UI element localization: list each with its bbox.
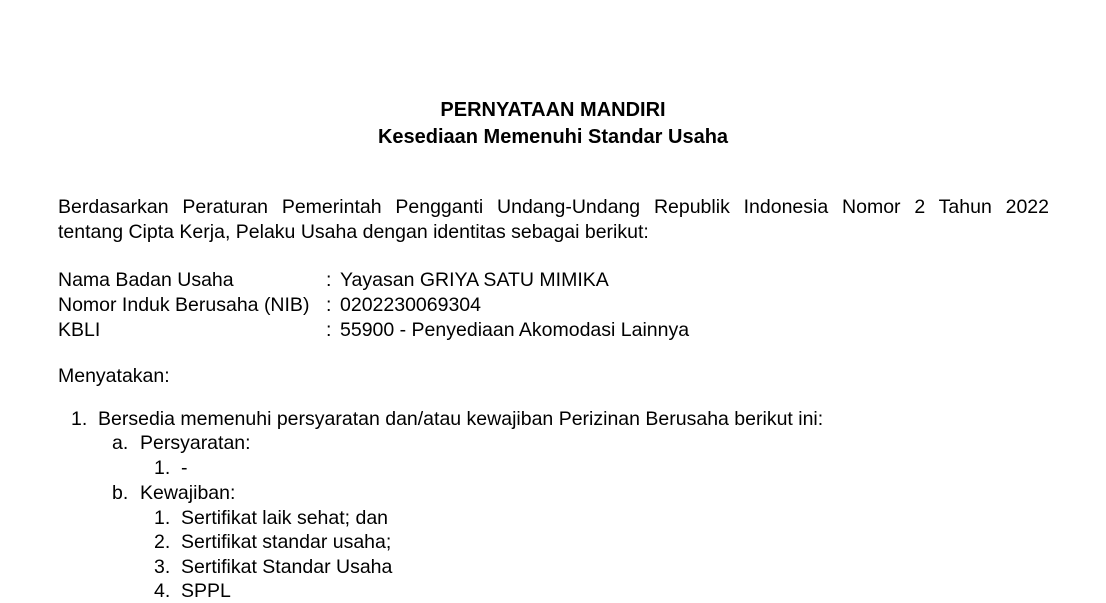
entry-number: 1. [154,507,171,529]
identity-label-nib: Nomor Induk Berusaha (NIB) [58,294,310,316]
identity-label-nama: Nama Badan Usaha [58,269,234,291]
entry-number: 1. [154,457,171,479]
list-item-number: 1. [71,408,88,430]
identity-value-kbli: 55900 - Penyediaan Akomodasi Lainnya [340,319,690,341]
entry-text: - [181,457,188,479]
intro-paragraph-line-2: tentang Cipta Kerja, Pelaku Usaha dengan… [58,221,649,243]
identity-colon: : [326,269,332,291]
document-page: PERNYATAAN MANDIRI Kesediaan Memenuhi St… [0,0,1106,603]
entry-text: Sertifikat Standar Usaha [181,556,393,578]
identity-value-nib: 0202230069304 [340,294,481,316]
sub-item-text: Kewajiban: [140,482,236,504]
list-item-text: Bersedia memenuhi persyaratan dan/atau k… [98,408,824,430]
sub-item-letter: b. [112,482,129,504]
entry-number: 2. [154,531,171,553]
identity-colon: : [326,294,332,316]
entry-number: 3. [154,556,171,578]
sub-item-text: Persyaratan: [140,432,251,454]
document-subtitle: Kesediaan Memenuhi Standar Usaha [377,126,729,148]
identity-label-kbli: KBLI [58,319,101,341]
entry-number: 4. [154,580,171,602]
entry-text: SPPL [181,580,231,602]
entry-text: Sertifikat standar usaha; [181,531,392,553]
document-title: PERNYATAAN MANDIRI [440,99,666,121]
identity-colon: : [326,319,332,341]
sub-item-letter: a. [112,432,129,454]
intro-paragraph-line-1: Berdasarkan Peraturan Pemerintah Penggan… [58,196,1049,218]
identity-value-nama: Yayasan GRIYA SATU MIMIKA [340,269,609,291]
statement-label: Menyatakan: [58,365,170,387]
entry-text: Sertifikat laik sehat; dan [181,507,389,529]
